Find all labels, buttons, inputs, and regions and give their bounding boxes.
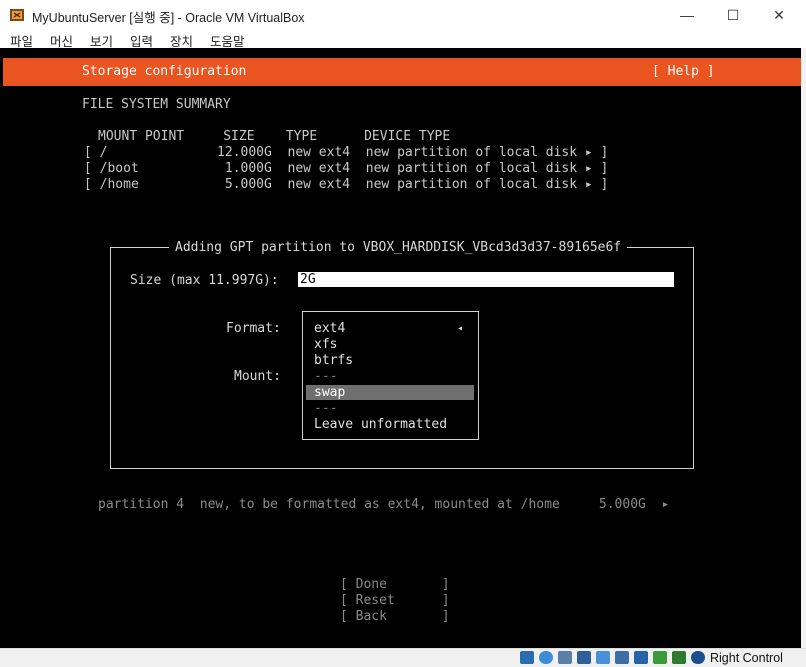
help-button[interactable]: [ Help ] bbox=[652, 64, 715, 80]
fs-summary-title: FILE SYSTEM SUMMARY bbox=[82, 97, 231, 112]
add-partition-dialog: Adding GPT partition to VBOX_HARDDISK_VB… bbox=[110, 240, 694, 469]
size-input[interactable]: 2G bbox=[298, 272, 674, 287]
vm-screen[interactable]: Storage configuration [ Help ] FILE SYST… bbox=[0, 48, 801, 648]
dialog-title: Adding GPT partition to VBOX_HARDDISK_VB… bbox=[169, 240, 628, 256]
option-leave-unformatted[interactable]: Leave unformatted bbox=[314, 417, 447, 433]
format-label: Format: bbox=[226, 321, 281, 336]
option-ext4[interactable]: ext4 bbox=[314, 321, 345, 337]
page-title: Storage configuration bbox=[82, 64, 247, 79]
option-swap[interactable]: swap bbox=[314, 385, 345, 401]
audio-icon[interactable] bbox=[558, 651, 572, 664]
minimize-button[interactable]: — bbox=[664, 0, 710, 30]
cpu-icon[interactable] bbox=[672, 651, 686, 664]
maximize-button[interactable]: ☐ bbox=[710, 0, 756, 30]
display-icon[interactable] bbox=[634, 651, 648, 664]
installer-header: Storage configuration [ Help ] bbox=[3, 58, 801, 86]
recording-icon[interactable] bbox=[653, 651, 667, 664]
usb-icon[interactable] bbox=[596, 651, 610, 664]
reset-button[interactable]: [ Reset ] bbox=[340, 593, 450, 609]
current-selection-icon: ◂ bbox=[457, 323, 464, 334]
close-button[interactable]: ✕ bbox=[756, 0, 802, 30]
fs-row-home[interactable]: [ /home 5.000G new ext4 new partition of… bbox=[84, 177, 608, 193]
optical-drive-icon[interactable] bbox=[539, 651, 553, 664]
mount-label: Mount: bbox=[234, 369, 281, 384]
option-btrfs[interactable]: btrfs bbox=[314, 353, 353, 369]
host-key-label: Right Control bbox=[710, 651, 783, 665]
maximize-icon: ☐ bbox=[726, 6, 740, 23]
shared-folders-icon[interactable] bbox=[615, 651, 629, 664]
option-xfs[interactable]: xfs bbox=[314, 337, 337, 353]
hard-disk-icon[interactable] bbox=[520, 651, 534, 664]
done-button[interactable]: [ Done ] bbox=[340, 577, 450, 593]
size-label: Size (max 11.997G): bbox=[130, 273, 279, 288]
option-separator: --- bbox=[314, 401, 338, 416]
window-title: MyUbuntuServer [실행 중] - Oracle VM Virtua… bbox=[32, 11, 305, 25]
close-icon: ✕ bbox=[773, 6, 785, 23]
partition-line: partition 4 new, to be formatted as ext4… bbox=[98, 497, 670, 512]
fs-row-boot[interactable]: [ /boot 1.000G new ext4 new partition of… bbox=[84, 161, 608, 177]
window-titlebar: MyUbuntuServer [실행 중] - Oracle VM Virtua… bbox=[0, 0, 806, 30]
minimize-icon: — bbox=[680, 7, 694, 23]
vm-statusbar: Right Control bbox=[0, 648, 806, 667]
fs-columns-header: MOUNT POINT SIZE TYPE DEVICE TYPE bbox=[98, 129, 451, 144]
option-separator: --- bbox=[314, 369, 338, 384]
back-button[interactable]: [ Back ] bbox=[340, 609, 450, 625]
fs-row-root[interactable]: [ / 12.000G new ext4 new partition of lo… bbox=[84, 145, 608, 161]
menu-bar: 파일 머신 보기 입력 장치 도움말 bbox=[0, 30, 806, 49]
virtualbox-icon bbox=[10, 9, 24, 21]
window-edge bbox=[801, 48, 806, 648]
format-dropdown[interactable]: ext4 ◂ xfs btrfs --- swap --- Leave unfo… bbox=[302, 311, 479, 440]
mouse-integration-icon[interactable] bbox=[691, 651, 705, 664]
network-icon[interactable] bbox=[577, 651, 591, 664]
